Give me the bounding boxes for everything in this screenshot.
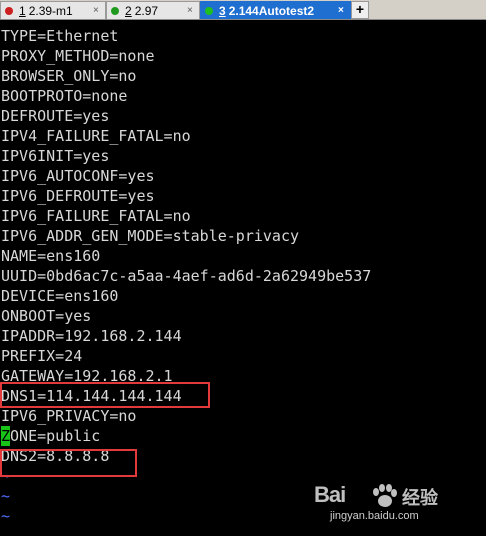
config-line: IPV6INIT=yes — [1, 147, 110, 165]
tab-number: 2 — [125, 3, 132, 18]
tab-number: 1 — [19, 3, 26, 18]
close-icon[interactable]: × — [93, 5, 99, 17]
config-line: BROWSER_ONLY=no — [1, 67, 137, 85]
terminal-output[interactable]: TYPE=Ethernet PROXY_METHOD=none BROWSER_… — [0, 26, 486, 526]
terminal-window: 1 2.39-m1 × 2 2.97 × 3 2.144Autotest2 × … — [0, 0, 486, 536]
config-line: PROXY_METHOD=none — [1, 47, 155, 65]
config-line: IPV4_FAILURE_FATAL=no — [1, 127, 191, 145]
config-line: GATEWAY=192.168.2.1 — [1, 367, 173, 385]
watermark-url: jingyan.baidu.com — [330, 510, 419, 522]
watermark-brand-cn: 经验 — [402, 488, 438, 508]
cursor-line-rest: ONE=public — [10, 427, 101, 445]
config-line: UUID=0bd6ac7c-a5aa-4aef-ad6d-2a62949be53… — [1, 267, 372, 285]
new-tab-button[interactable]: + — [351, 1, 369, 19]
config-line: ONBOOT=yes — [1, 307, 92, 325]
config-line: PREFIX=24 — [1, 347, 83, 365]
tab-number: 3 — [219, 3, 226, 18]
close-icon[interactable]: × — [338, 5, 344, 17]
config-line: IPV6_AUTOCONF=yes — [1, 167, 155, 185]
dns1-line: DNS1=114.144.144.144 — [1, 387, 182, 405]
session-tab-1[interactable]: 1 2.39-m1 × — [0, 1, 106, 19]
session-tab-bar: 1 2.39-m1 × 2 2.97 × 3 2.144Autotest2 × … — [0, 0, 486, 20]
status-dot-icon — [5, 6, 13, 15]
tab-label: 2.39-m1 — [28, 3, 73, 18]
watermark: Bai 经验 jingyan.baidu.com — [304, 482, 464, 528]
config-line: IPV6_ADDR_GEN_MODE=stable-privacy — [1, 227, 300, 245]
session-tab-3[interactable]: 3 2.144Autotest2 × — [200, 1, 351, 19]
watermark-brand: Bai — [314, 482, 346, 507]
status-dot-icon — [111, 6, 119, 15]
config-line: TYPE=Ethernet — [1, 27, 119, 45]
config-line: BOOTPROTO=none — [1, 87, 128, 105]
config-line: NAME=ens160 — [1, 247, 101, 265]
text-cursor[interactable]: Z — [1, 426, 11, 446]
tab-label: 2.144Autotest2 — [228, 3, 315, 18]
close-icon[interactable]: × — [187, 5, 193, 17]
session-tab-2[interactable]: 2 2.97 × — [106, 1, 200, 19]
config-line: DEFROUTE=yes — [1, 107, 110, 125]
config-line: IPV6_PRIVACY=no — [1, 407, 137, 425]
status-dot-icon — [205, 6, 213, 15]
config-line: IPADDR=192.168.2.144 — [1, 327, 182, 345]
config-line: IPV6_FAILURE_FATAL=no — [1, 207, 191, 225]
config-line: IPV6_DEFROUTE=yes — [1, 187, 155, 205]
paw-logo-icon — [373, 484, 397, 507]
dns2-line: DNS2=8.8.8.8 — [1, 447, 110, 465]
config-line: DEVICE=ens160 — [1, 287, 119, 305]
tab-label: 2.97 — [134, 3, 159, 18]
cursor-line: ZONE=public — [0, 426, 486, 446]
